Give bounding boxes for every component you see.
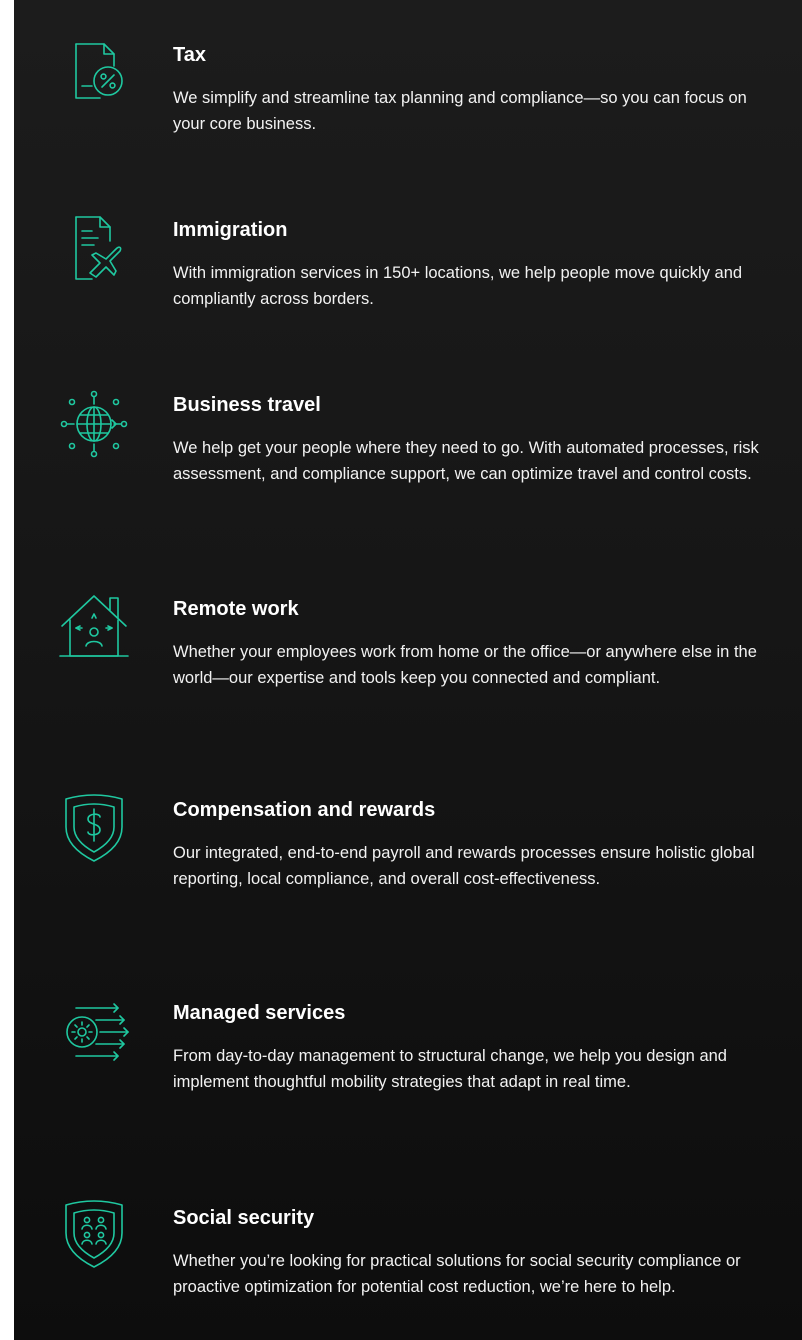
house-person-icon <box>56 588 132 664</box>
immigration-document-plane-icon <box>56 211 132 287</box>
shield-dollar-icon <box>56 789 132 865</box>
services-panel: Tax We simplify and streamline tax plann… <box>14 0 802 1340</box>
service-description: We help get your people where they need … <box>173 439 759 483</box>
service-description: From day-to-day management to structural… <box>173 1047 727 1091</box>
service-title: Tax <box>173 44 206 66</box>
service-description: Our integrated, end-to-end payroll and r… <box>173 844 755 888</box>
service-title: Social security <box>173 1207 315 1229</box>
service-title: Immigration <box>173 219 288 241</box>
service-description: Whether you’re looking for practical sol… <box>173 1252 741 1296</box>
service-title: Remote work <box>173 598 299 620</box>
shield-people-icon <box>56 1195 132 1271</box>
service-title: Managed services <box>173 1002 346 1024</box>
service-title: Compensation and rewards <box>173 799 436 821</box>
service-description: With immigration services in 150+ locati… <box>173 264 743 308</box>
tax-document-percent-icon <box>56 36 132 112</box>
globe-network-icon <box>56 386 132 462</box>
service-description: Whether your employees work from home or… <box>173 643 757 687</box>
service-description: We simplify and streamline tax planning … <box>173 89 747 133</box>
gear-arrows-icon <box>56 992 132 1068</box>
service-title: Business travel <box>173 394 321 416</box>
